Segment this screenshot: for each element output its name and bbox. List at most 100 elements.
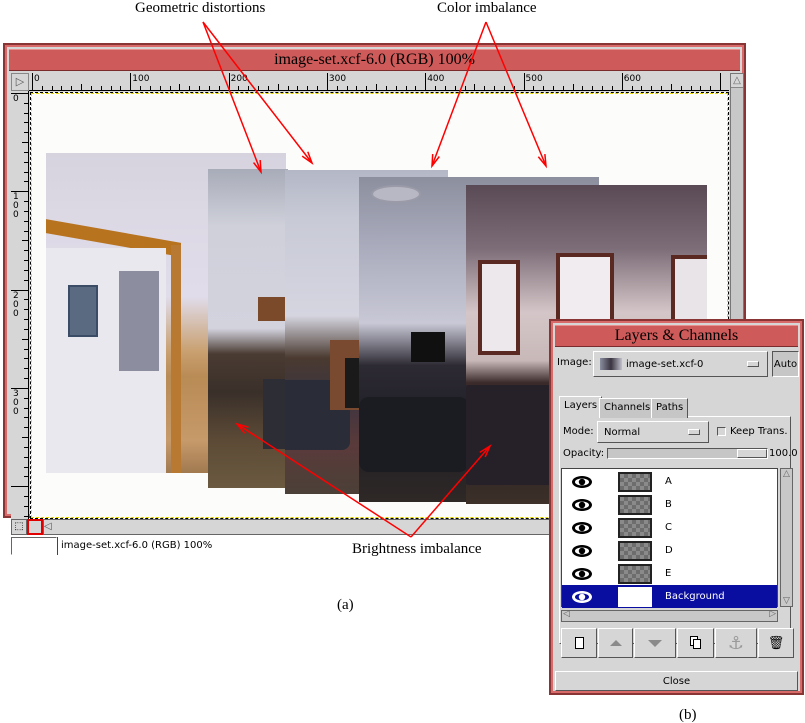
layer-row[interactable]: B <box>562 493 777 516</box>
ruler-tick <box>415 86 417 90</box>
visibility-eye-icon[interactable] <box>562 521 602 535</box>
delete-layer-button[interactable]: 🗑 <box>758 628 794 658</box>
ruler-label: 100 <box>132 74 150 84</box>
scroll-up-icon[interactable]: △ <box>731 74 743 88</box>
dropdown-indicator-icon <box>688 429 700 435</box>
ruler-tick <box>32 73 33 90</box>
visibility-eye-icon[interactable] <box>562 567 602 581</box>
close-button[interactable]: Close <box>555 671 798 691</box>
layer-list-hscrollbar[interactable]: ◁ ▷ <box>561 609 778 622</box>
ruler-label: 500 <box>525 74 543 84</box>
layer-thumbnail <box>618 494 652 515</box>
keep-trans-checkbox[interactable] <box>717 427 726 436</box>
visibility-eye-icon[interactable] <box>562 544 602 558</box>
ruler-tick <box>24 397 28 399</box>
trash-icon: 🗑 <box>767 635 785 651</box>
ruler-label: 300 <box>328 74 347 84</box>
ruler-label: 200 <box>13 290 19 319</box>
scroll-up-icon[interactable]: △ <box>781 469 792 479</box>
image-thumbnail-icon <box>600 358 622 370</box>
ruler-label: 600 <box>623 74 641 84</box>
ruler-tick <box>297 86 299 90</box>
layer-row[interactable]: Background <box>562 585 777 608</box>
layer-name: A <box>665 476 672 487</box>
ruler-tick <box>22 240 28 242</box>
tab-paths[interactable]: Paths <box>651 398 689 418</box>
ruler-tick <box>267 86 269 90</box>
layer-thumbnail <box>618 517 652 538</box>
ruler-tick <box>24 132 28 134</box>
layer-list-vscrollbar[interactable]: △ ▽ <box>780 468 793 607</box>
ruler-tick <box>405 86 407 90</box>
caption-color-imbalance: Color imbalance <box>437 0 537 16</box>
ruler-tick <box>24 260 28 262</box>
ruler-tick <box>179 84 181 90</box>
ruler-tick <box>435 86 437 90</box>
ruler-tick <box>24 230 28 232</box>
visibility-eye-icon[interactable] <box>562 590 602 604</box>
ruler-tick <box>24 456 28 458</box>
layer-thumbnail <box>618 540 652 561</box>
ruler-tick <box>22 142 28 144</box>
ruler-menu-button[interactable]: ▷ <box>11 73 29 91</box>
layers-dialog-titlebar[interactable]: Layers & Channels <box>555 325 798 347</box>
layer-name: E <box>665 568 672 579</box>
lower-layer-button[interactable] <box>634 628 676 658</box>
scroll-left-icon[interactable]: ◁ <box>563 609 570 619</box>
image-select-menu[interactable]: image-set.xcf-0 <box>593 351 768 377</box>
image-window-title: image-set.xcf-6.0 (RGB) 100% <box>274 51 475 68</box>
raise-layer-button[interactable] <box>598 628 633 658</box>
new-layer-button[interactable] <box>561 628 597 658</box>
ruler-tick <box>24 279 28 281</box>
duplicate-layer-button[interactable] <box>677 628 714 658</box>
ruler-tick <box>444 86 446 90</box>
ruler-label: 300 <box>13 388 19 417</box>
scroll-right-icon[interactable]: ▷ <box>769 609 776 619</box>
ruler-tick <box>641 86 643 90</box>
layer-row[interactable]: D <box>562 539 777 562</box>
mode-select[interactable]: Normal <box>597 421 709 443</box>
layer-row[interactable]: E <box>562 562 777 585</box>
anchor-layer-button[interactable]: ⚓ <box>715 628 757 658</box>
tab-layers[interactable]: Layers <box>559 396 603 418</box>
tab-channels[interactable]: Channels <box>599 398 656 418</box>
quickmask-off-button[interactable]: ⬚ <box>11 519 27 535</box>
layer-thumbnail <box>618 471 652 492</box>
ruler-tick <box>572 84 574 90</box>
ruler-label: 400 <box>427 74 445 84</box>
tv <box>411 332 445 362</box>
opacity-value: 100.0 <box>769 448 798 459</box>
ruler-tick <box>602 86 604 90</box>
layer-row[interactable]: C <box>562 516 777 539</box>
visibility-eye-icon[interactable] <box>562 475 602 489</box>
opacity-slider[interactable] <box>607 448 768 459</box>
ruler-tick <box>24 210 28 212</box>
photo-layer-d <box>208 169 288 488</box>
ruler-tick <box>22 437 28 439</box>
visibility-eye-icon[interactable] <box>562 498 602 512</box>
ruler-tick <box>22 338 28 340</box>
ruler-tick <box>661 86 663 90</box>
anchor-icon: ⚓ <box>727 632 745 654</box>
scroll-down-icon[interactable]: ▽ <box>781 596 792 606</box>
quickmask-on-button[interactable] <box>27 519 43 535</box>
ruler-tick <box>228 73 230 90</box>
auto-button[interactable]: Auto <box>772 351 799 377</box>
ruler-tick <box>218 86 220 90</box>
ruler-tick <box>631 86 633 90</box>
layer-row[interactable]: A <box>562 470 777 493</box>
ruler-tick <box>287 86 289 90</box>
ruler-tick <box>346 86 348 90</box>
duplicate-layer-icon <box>689 636 702 650</box>
layer-list[interactable]: A B C D E Background <box>561 468 778 608</box>
opacity-slider-handle[interactable] <box>737 449 767 458</box>
ruler-tick <box>238 86 240 90</box>
ruler-tick <box>248 86 250 90</box>
ruler-tick <box>24 358 28 360</box>
ruler-tick <box>474 84 476 90</box>
scroll-left-icon[interactable]: ◁ <box>44 520 56 534</box>
ruler-tick <box>61 86 63 90</box>
ruler-tick <box>140 86 142 90</box>
ruler-tick <box>24 220 28 222</box>
image-window-titlebar[interactable]: image-set.xcf-6.0 (RGB) 100% <box>9 49 740 71</box>
